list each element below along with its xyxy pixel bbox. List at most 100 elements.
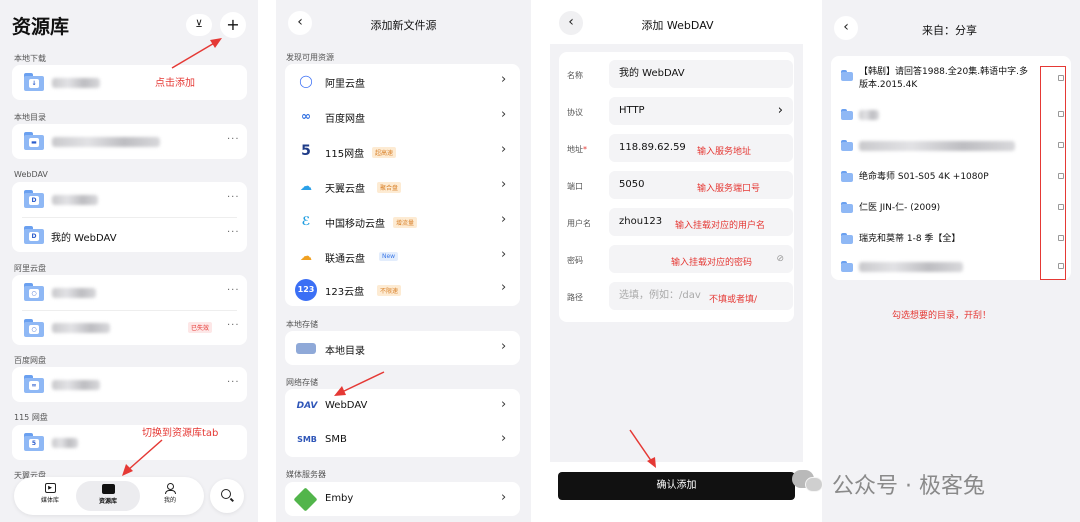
section-local: 本地存储 bbox=[286, 320, 318, 329]
source-card[interactable]: ↓ bbox=[12, 65, 247, 100]
chevron-right-icon: › bbox=[501, 339, 507, 354]
page-title: 添加 WebDAV bbox=[641, 19, 714, 32]
list-item-tianyi[interactable]: ☁ 天翼云盘 聚合盘 › bbox=[285, 169, 520, 203]
folder-icon bbox=[841, 70, 853, 81]
file-list: 【韩剧】请回答1988.全20集.韩语中字.多版本.2015.4K 绝命毒师 S… bbox=[831, 56, 1071, 280]
section-media: 媒体服务器 bbox=[286, 470, 326, 479]
webdav-icon: DAV bbox=[296, 401, 318, 411]
protocol-select[interactable]: HTTP › bbox=[609, 97, 793, 125]
source-list: ◯ 阿里云盘 › ∞ 百度网盘 › 5 115网盘 超高速 › ☁ 天翼云盘 聚… bbox=[285, 64, 520, 306]
hint-username: 输入挂载对应的用户名 bbox=[675, 221, 766, 231]
list-item-123[interactable]: 123 123云盘 不限速 › bbox=[285, 272, 520, 306]
wechat-icon-bubble bbox=[805, 477, 823, 492]
more-icon[interactable]: ··· bbox=[227, 134, 240, 145]
tab-bar: ▶ 媒体库 资源库 我的 bbox=[14, 477, 204, 515]
section-network: 网络存储 bbox=[286, 378, 318, 387]
source-card[interactable]: ▬ ··· bbox=[12, 124, 247, 159]
folder-icon bbox=[841, 109, 853, 120]
list-item[interactable] bbox=[831, 130, 1071, 160]
back-button[interactable]: ‹ bbox=[834, 16, 858, 40]
section-baidu: 百度网盘 bbox=[14, 356, 46, 365]
list-item-liantong[interactable]: ☁ 联通云盘 New › bbox=[285, 239, 520, 273]
list-item[interactable]: 瑞克和莫蒂 1-8 季【全】 bbox=[831, 223, 1071, 253]
list-item[interactable] bbox=[831, 99, 1071, 129]
add-source-screen: ‹ 添加新文件源 发现可用资源 ◯ 阿里云盘 › ∞ 百度网盘 › 5 115网… bbox=[276, 0, 531, 522]
page-title: 添加新文件源 bbox=[370, 19, 437, 32]
list-item[interactable] bbox=[831, 254, 1071, 280]
cmcc-icon: ℰ bbox=[301, 214, 311, 228]
list-item[interactable]: 【韩剧】请回答1988.全20集.韩语中字.多版本.2015.4K bbox=[831, 60, 1071, 96]
hint-port: 输入服务端口号 bbox=[697, 184, 761, 194]
list-item-webdav[interactable]: DAV WebDAV › bbox=[285, 389, 520, 423]
label-protocol: 协议 bbox=[567, 108, 583, 117]
page-title: 来自：分享 bbox=[922, 24, 977, 37]
name-field[interactable]: 我的 WebDAV bbox=[609, 60, 793, 88]
hint-address: 输入服务地址 bbox=[697, 147, 752, 157]
chevron-right-icon: › bbox=[501, 490, 507, 505]
tianyi-icon: ☁ bbox=[300, 179, 312, 193]
tab-media[interactable]: ▶ 媒体库 bbox=[32, 483, 68, 504]
eye-off-icon[interactable]: ⊘ bbox=[776, 245, 784, 273]
p115-icon: 5 bbox=[301, 143, 311, 159]
folder-icon: ○ bbox=[24, 283, 44, 301]
back-button[interactable]: ‹ bbox=[288, 11, 312, 35]
more-icon[interactable]: ··· bbox=[227, 192, 240, 203]
folder-icon: ∞ bbox=[24, 375, 44, 393]
source-card[interactable]: D ··· D 我的 WebDAV ··· bbox=[12, 182, 247, 252]
more-icon[interactable]: ··· bbox=[227, 320, 240, 331]
drive-icon bbox=[296, 343, 316, 354]
label-password: 密码 bbox=[567, 256, 583, 265]
webdav-item-label: 我的 WebDAV bbox=[51, 233, 117, 244]
play-icon: ▶ bbox=[44, 483, 56, 493]
user-icon bbox=[166, 483, 174, 490]
folder-icon bbox=[841, 233, 853, 244]
section-webdav: WebDAV bbox=[14, 170, 48, 179]
chevron-right-icon: › bbox=[501, 212, 507, 227]
chevron-right-icon: › bbox=[501, 280, 507, 295]
search-button[interactable] bbox=[210, 479, 244, 513]
folder-icon: ▬ bbox=[24, 132, 44, 150]
hint-path: 不填或者填/ bbox=[709, 295, 758, 305]
list-item-smb[interactable]: SMB SMB › bbox=[285, 423, 520, 457]
smb-icon: SMB bbox=[297, 435, 317, 444]
back-button[interactable]: ‹ bbox=[559, 11, 583, 35]
tab-library[interactable]: 资源库 bbox=[76, 481, 140, 511]
more-icon[interactable]: ··· bbox=[227, 377, 240, 388]
list-item[interactable]: 绝命毒师 S01-S05 4K +1080P bbox=[831, 161, 1071, 191]
folder-icon bbox=[841, 140, 853, 151]
list-item-115[interactable]: 5 115网盘 超高速 › bbox=[285, 134, 520, 168]
list-item-local[interactable]: 本地目录 › bbox=[285, 331, 520, 365]
list-item-aliyun[interactable]: ◯ 阿里云盘 › bbox=[285, 64, 520, 98]
section-115: 115 网盘 bbox=[14, 413, 48, 422]
chevron-right-icon: › bbox=[501, 142, 507, 157]
source-card[interactable]: ○ ··· ○ 已失效 ··· bbox=[12, 275, 247, 345]
add-source-button[interactable]: + bbox=[220, 12, 246, 38]
checkbox-highlight bbox=[1040, 66, 1066, 280]
tab-mine[interactable]: 我的 bbox=[152, 483, 188, 504]
list-item-cmcc[interactable]: ℰ 中国移动云盘 增流量 › bbox=[285, 204, 520, 238]
library-screen: 资源库 ⊻ + 本地下载 ↓ 本地目录 ▬ ··· WebDAV D ··· D… bbox=[0, 0, 258, 522]
folder-icon bbox=[841, 261, 853, 272]
section-local-downloads: 本地下载 bbox=[14, 54, 46, 63]
folder-icon: ○ bbox=[24, 319, 44, 337]
label-username: 用户名 bbox=[567, 219, 591, 228]
more-icon[interactable]: ··· bbox=[227, 285, 240, 296]
annotation-add: 点击添加 bbox=[155, 78, 195, 89]
path-field[interactable]: 选填，例如：/dav bbox=[609, 282, 793, 310]
expired-badge: 已失效 bbox=[188, 322, 213, 333]
chevron-right-icon: › bbox=[777, 103, 783, 118]
label-name: 名称 bbox=[567, 71, 583, 80]
list-item[interactable]: 仁医 JIN-仁- (2009) bbox=[831, 192, 1071, 222]
annotation-tab: 切换到资源库tab bbox=[142, 428, 219, 439]
folder-icon bbox=[841, 202, 853, 213]
list-item-baidu[interactable]: ∞ 百度网盘 › bbox=[285, 99, 520, 133]
network-list: DAV WebDAV › SMB SMB › bbox=[285, 389, 520, 457]
confirm-add-button[interactable]: 确认添加 bbox=[558, 472, 795, 500]
list-item-emby[interactable]: Emby › bbox=[285, 482, 520, 516]
more-icon[interactable]: ··· bbox=[227, 227, 240, 238]
chevron-right-icon: › bbox=[501, 247, 507, 262]
download-icon-button[interactable]: ⊻ bbox=[186, 14, 212, 36]
webdav-form: 名称 我的 WebDAV 协议 HTTP › 地址* 118.89.62.59 … bbox=[559, 52, 794, 322]
folder-icon: D bbox=[24, 226, 44, 244]
source-card[interactable]: ∞ ··· bbox=[12, 367, 247, 402]
